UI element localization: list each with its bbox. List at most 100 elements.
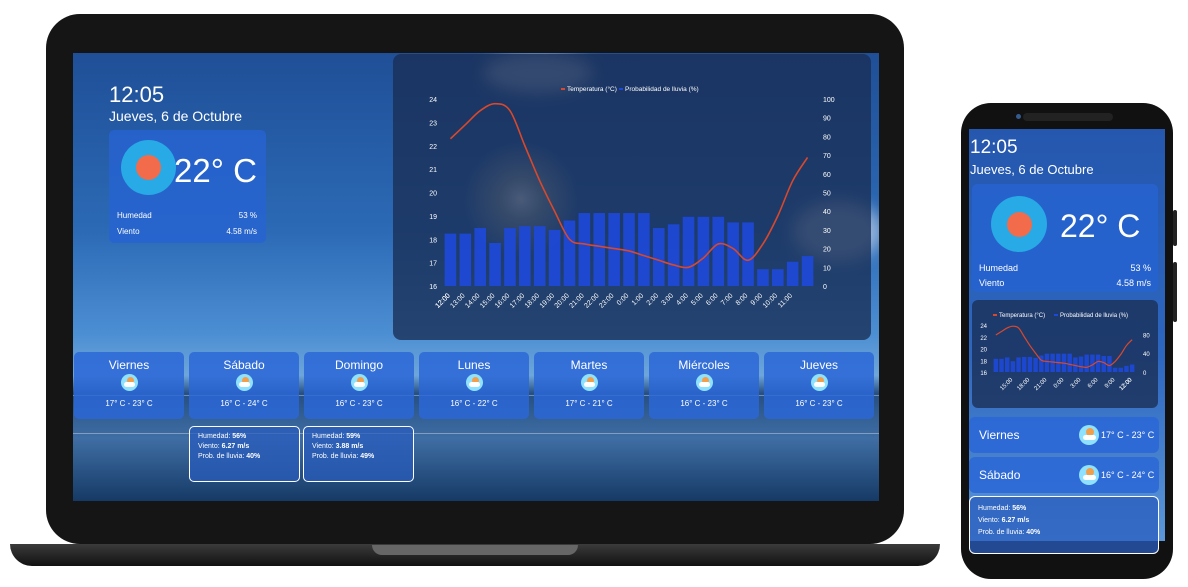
- y-left-tick-label: 16: [429, 284, 437, 291]
- detail-humidity: Humedad: 56%: [978, 505, 1027, 512]
- forecast-temp-range: 16° C - 23° C: [795, 399, 843, 408]
- y-right-tick-label: 60: [823, 172, 831, 179]
- phone-current-time: 12:05: [970, 137, 1018, 158]
- phone-forecast-card-sabado[interactable]: Sábado 16° C - 24° C: [969, 457, 1159, 493]
- forecast-details-sabado: Humedad: 56% Viento: 6.27 m/s Prob. de l…: [189, 426, 300, 482]
- rain-bar: [786, 261, 799, 286]
- wind-label: Viento: [979, 278, 1005, 288]
- partly-cloudy-icon: [1079, 465, 1099, 485]
- wind-row: Viento 4.58 m/s: [979, 278, 1151, 288]
- x-tick-label: 18:00: [524, 292, 541, 309]
- y-right-tick-label: 80: [823, 134, 831, 141]
- rain-bar: [1044, 353, 1050, 372]
- forecast-day-name: Sábado: [223, 358, 265, 372]
- laptop-notch: [372, 545, 578, 555]
- y-right-tick-label: 0: [1143, 371, 1147, 377]
- forecast-card-5[interactable]: Miércoles 16° C - 23° C: [649, 352, 759, 419]
- x-tick-label: 21:00: [568, 292, 585, 309]
- forecast-card-3[interactable]: Lunes 16° C - 22° C: [419, 352, 529, 419]
- x-tick-label: 20:00: [554, 292, 571, 309]
- detail-rain: Prob. de lluvia: 40%: [978, 529, 1041, 536]
- humidity-label: Humedad: [117, 211, 152, 220]
- x-tick-label: 12:00: [435, 292, 452, 309]
- rain-bar: [1016, 357, 1021, 372]
- forecast-card-4[interactable]: Martes 17° C - 21° C: [534, 352, 644, 419]
- forecast-day-name: Sábado: [979, 468, 1021, 482]
- forecast-card-2[interactable]: Domingo 16° C - 23° C: [304, 352, 414, 419]
- humidity-label: Humedad: [979, 263, 1019, 273]
- rain-bar: [1118, 367, 1124, 372]
- x-tick-label: 16:00: [494, 292, 511, 309]
- phone-side-button: [1173, 210, 1177, 246]
- phone-forecast-card-viernes[interactable]: Viernes 17° C - 23° C: [969, 417, 1159, 453]
- rain-bar: [993, 358, 999, 372]
- y-left-tick-label: 18: [429, 237, 437, 244]
- detail-wind: Viento: 3.88 m/s: [312, 443, 364, 450]
- y-left-tick-label: 20: [980, 348, 987, 354]
- y-left-tick-label: 18: [980, 359, 987, 365]
- x-tick-label: 3:00: [660, 292, 675, 307]
- y-left-tick-label: 24: [980, 324, 987, 330]
- rain-bar: [727, 222, 739, 286]
- y-left-tick-label: 21: [429, 167, 437, 174]
- x-tick-label: 17:00: [509, 292, 526, 309]
- forecast-temp-range: 17° C - 21° C: [565, 399, 613, 408]
- x-tick-label: 11:00: [777, 292, 794, 309]
- forecast-temp-range: 16° C - 22° C: [450, 399, 498, 408]
- rain-bar: [548, 229, 561, 286]
- rain-bar: [1112, 367, 1118, 372]
- forecast-details-domingo: Humedad: 59% Viento: 3.88 m/s Prob. de l…: [303, 426, 414, 482]
- y-left-tick-label: 24: [429, 97, 437, 104]
- hourly-chart-panel: Temperatura (°C) Probabilidad de lluvia (…: [393, 54, 871, 340]
- sun-icon: [121, 140, 176, 195]
- forecast-card-0[interactable]: Viernes 17° C - 23° C: [74, 352, 184, 419]
- partly-cloudy-icon: [695, 374, 713, 391]
- x-tick-label: 2:00: [646, 292, 661, 307]
- y-right-tick-label: 100: [823, 97, 835, 104]
- wind-row: Viento 4.58 m/s: [117, 227, 257, 236]
- rain-bar: [474, 228, 487, 286]
- rain-bar: [1129, 364, 1135, 372]
- y-right-tick-label: 50: [823, 191, 831, 198]
- rain-bar: [1067, 353, 1072, 372]
- x-tick-label: 6:00: [1087, 377, 1100, 390]
- forecast-card-6[interactable]: Jueves 16° C - 23° C: [764, 352, 874, 419]
- partly-cloudy-icon: [350, 374, 368, 391]
- x-tick-label: 9:00: [1104, 377, 1117, 390]
- legend-rain: Probabilidad de lluvia (%): [1060, 313, 1128, 319]
- humidity-row: Humedad 53 %: [979, 263, 1151, 273]
- x-tick-label: 0:00: [616, 292, 631, 307]
- x-tick-label: 0:00: [1053, 377, 1066, 390]
- rain-bar: [444, 233, 457, 286]
- detail-wind: Viento: 6.27 m/s: [978, 517, 1030, 524]
- rain-bar: [1078, 356, 1084, 372]
- sun-core: [1007, 212, 1032, 237]
- humidity-value: 53 %: [238, 211, 257, 220]
- y-left-tick-label: 20: [429, 191, 437, 198]
- rain-bar: [682, 216, 695, 286]
- forecast-temp-range: 16° C - 23° C: [335, 399, 383, 408]
- y-right-tick-label: 20: [823, 247, 831, 254]
- x-tick-label: 6:00: [705, 292, 720, 307]
- rain-bar: [578, 213, 591, 286]
- y-left-tick-label: 19: [429, 214, 437, 221]
- rain-bar: [999, 358, 1004, 372]
- y-left-tick-label: 22: [429, 144, 437, 151]
- rain-bar: [742, 222, 754, 286]
- forecast-day-name: Viernes: [108, 358, 150, 372]
- rain-bar: [1010, 361, 1016, 372]
- y-right-tick-label: 40: [823, 209, 831, 216]
- rain-bar: [771, 269, 784, 286]
- humidity-row: Humedad 53 %: [117, 211, 257, 220]
- x-tick-label: 21:00: [1034, 377, 1049, 392]
- forecast-day-name: Jueves: [799, 358, 839, 372]
- y-left-tick-label: 22: [980, 336, 987, 342]
- sun-icon: [991, 196, 1047, 252]
- partly-cloudy-icon: [580, 374, 598, 391]
- forecast-card-1[interactable]: Sábado 16° C - 24° C: [189, 352, 299, 419]
- current-weather-card: 22° C Humedad 53 % Viento 4.58 m/s: [109, 130, 266, 243]
- phone-current-weather-card: 22° C Humedad 53 % Viento 4.58 m/s: [972, 184, 1158, 292]
- rain-bar: [563, 220, 576, 286]
- forecast-day-name: Martes: [570, 358, 608, 372]
- phone-hourly-chart-panel: Temperatura (°C) Probabilidad de lluvia (…: [972, 300, 1158, 408]
